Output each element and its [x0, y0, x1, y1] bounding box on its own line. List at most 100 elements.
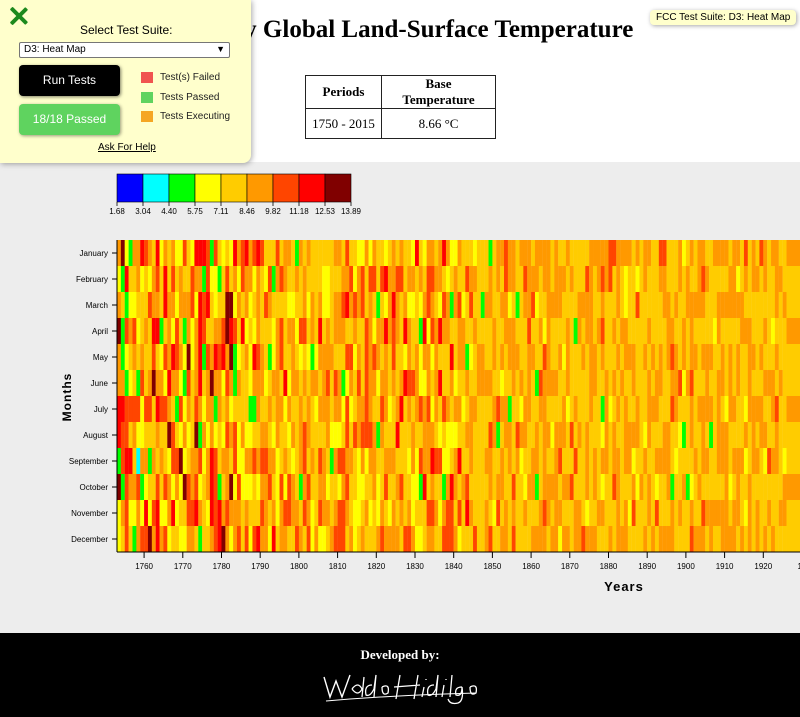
heatmap-cell [546, 422, 551, 448]
heatmap-cell [682, 344, 687, 370]
heatmap-cell [364, 318, 369, 344]
heatmap-cell [709, 344, 714, 370]
heatmap-cell [318, 292, 323, 318]
heatmap-cell [256, 422, 261, 448]
run-tests-button[interactable]: Run Tests [19, 65, 120, 96]
heatmap-cell [325, 344, 330, 370]
heatmap-cell [716, 318, 721, 344]
heatmap-cell [136, 526, 141, 552]
heatmap-cell [206, 448, 211, 474]
heatmap-cell [349, 240, 354, 266]
heatmap-cell [507, 526, 512, 552]
heatmap-cell [233, 526, 238, 552]
heatmap-cell [600, 422, 605, 448]
heatmap-cell [399, 422, 404, 448]
heatmap-cell [287, 422, 292, 448]
heatmap-cell [778, 500, 783, 526]
heatmap-cell [217, 422, 222, 448]
heatmap-cell [271, 266, 276, 292]
heatmap-cell [279, 526, 284, 552]
heatmap-cell [620, 526, 625, 552]
heatmap-cell [767, 344, 772, 370]
heatmap-cell [449, 370, 454, 396]
heatmap-cell [236, 474, 241, 500]
heatmap-cell [763, 344, 768, 370]
heatmap-cell [225, 448, 230, 474]
heatmap-cell [221, 266, 226, 292]
chart-area: 1.68 3.04 4.40 5.75 7.11 8.46 9.82 11.18 12.53 13… [0, 162, 800, 633]
heatmap-cell [275, 422, 280, 448]
heatmap-cell [252, 370, 257, 396]
heatmap-cell [159, 474, 164, 500]
ask-for-help-link[interactable]: Ask For Help [98, 142, 156, 153]
heatmap-cell [333, 396, 338, 422]
x-tick-label: 1790 [251, 562, 269, 571]
heatmap-cell [341, 500, 346, 526]
fcc-test-suite-badge[interactable]: FCC Test Suite: D3: Heat Map [650, 10, 797, 25]
heatmap-cell [488, 370, 493, 396]
tests-passed-button[interactable]: 18/18 Passed [19, 104, 120, 135]
heatmap-cell [488, 266, 493, 292]
heatmap-cell [651, 344, 656, 370]
heatmap-cell [500, 240, 505, 266]
legend-swatch [168, 173, 196, 203]
heatmap-cell [531, 422, 536, 448]
heatmap-cell [643, 240, 648, 266]
heatmap-cell [496, 396, 501, 422]
heatmap-cell [120, 240, 125, 266]
heatmap-cell [689, 370, 694, 396]
heatmap-cell [422, 500, 427, 526]
heatmap-cell [763, 474, 768, 500]
y-tick-label: January [80, 249, 108, 258]
heatmap-cell [190, 318, 195, 344]
heatmap-cell [353, 292, 358, 318]
heatmap-cell [380, 240, 385, 266]
heatmap-cell [341, 474, 346, 500]
heatmap-cell [500, 266, 505, 292]
heatmap-cell [233, 292, 238, 318]
heatmap-cell [639, 448, 644, 474]
heatmap-cell [747, 292, 752, 318]
heatmap-cell [562, 240, 567, 266]
heatmap-cell [140, 396, 145, 422]
heatmap-cell [743, 292, 748, 318]
heatmap-cell [206, 292, 211, 318]
heatmap-cell [736, 292, 741, 318]
heatmap-cell [240, 396, 245, 422]
heatmap-cell [147, 292, 152, 318]
heatmap-cell [329, 266, 334, 292]
heatmap-cell [573, 292, 578, 318]
heatmap-cell [678, 526, 683, 552]
heatmap-cell [438, 370, 443, 396]
heatmap-cell [376, 500, 381, 526]
heatmap-cell [434, 448, 439, 474]
heatmap-cell [403, 292, 408, 318]
heatmap-cell [264, 526, 269, 552]
test-suite-select[interactable]: D3: Heat Map ▼ [19, 42, 230, 58]
close-icon[interactable] [9, 6, 29, 26]
legend-swatch [298, 173, 326, 203]
y-tick-label: September [69, 457, 108, 466]
heatmap-cell [418, 266, 423, 292]
heatmap-cell [147, 500, 152, 526]
heatmap-cell [167, 292, 172, 318]
heatmap-cell [252, 396, 257, 422]
heatmap-cell [283, 266, 288, 292]
heatmap-cell [306, 266, 311, 292]
heatmap-cell [356, 370, 361, 396]
heatmap-cell [175, 422, 180, 448]
heatmap-cell [523, 344, 528, 370]
heatmap-cell [291, 318, 296, 344]
heatmap-cell [163, 240, 168, 266]
heatmap-cell [457, 500, 462, 526]
heatmap-cell [740, 370, 745, 396]
legend-swatch [324, 173, 352, 203]
heatmap-cell [387, 422, 392, 448]
heatmap-cell [639, 292, 644, 318]
heatmap-cell [144, 422, 149, 448]
heatmap-cell [600, 318, 605, 344]
heatmap-cell [631, 422, 636, 448]
heatmap-cell [581, 526, 586, 552]
heatmap-cell [763, 318, 768, 344]
heatmap-cell [608, 240, 613, 266]
